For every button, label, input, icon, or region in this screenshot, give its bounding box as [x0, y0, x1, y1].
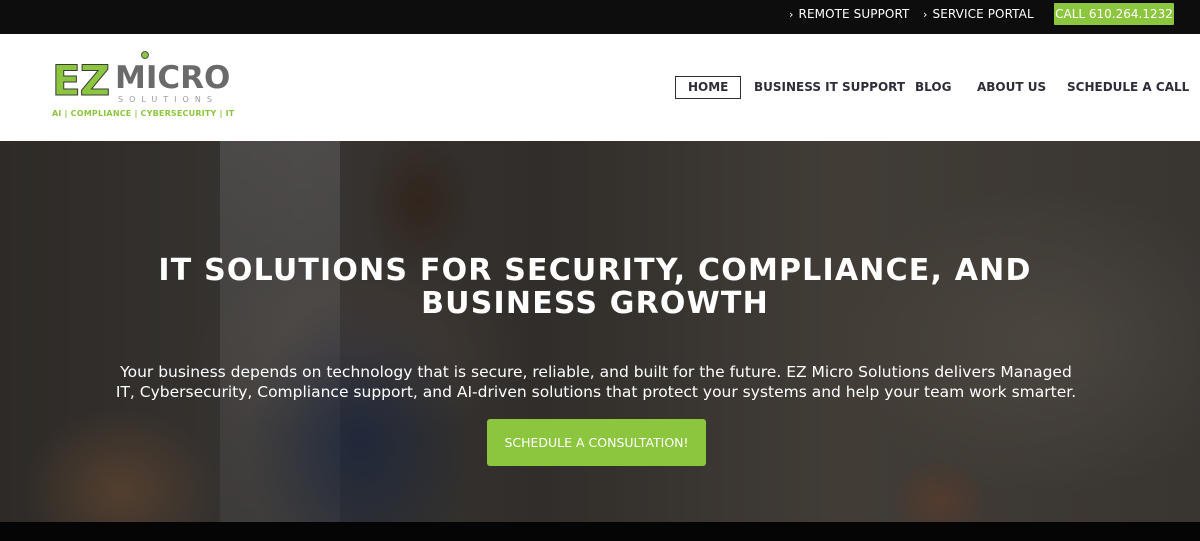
- nav-schedule-a-call[interactable]: SCHEDULE A CALL: [1067, 76, 1189, 100]
- hero-description: Your business depends on technology that…: [115, 363, 1077, 401]
- call-button[interactable]: CALL 610.264.1232: [1054, 3, 1174, 25]
- nav-blog[interactable]: BLOG: [915, 76, 951, 100]
- site-header: EZ MICRO SOLUTIONS AI | COMPLIANCE | CYB…: [0, 34, 1200, 141]
- nav-about-us[interactable]: ABOUT US: [977, 76, 1046, 100]
- nav-home[interactable]: HOME: [675, 76, 742, 99]
- bottom-strip: [0, 522, 1200, 541]
- chevron-right-icon: ›: [923, 8, 928, 21]
- service-portal-link[interactable]: › SERVICE PORTAL: [923, 0, 1034, 28]
- remote-support-link[interactable]: › REMOTE SUPPORT: [789, 0, 909, 28]
- nav-business-it-support[interactable]: BUSINESS IT SUPPORT: [754, 76, 905, 100]
- schedule-consultation-button[interactable]: SCHEDULE A CONSULTATION!: [487, 419, 706, 466]
- top-utility-bar: › REMOTE SUPPORT › SERVICE PORTAL CALL 610…: [0, 0, 1200, 34]
- logo-dot-icon: [141, 51, 149, 59]
- logo-solutions-text: SOLUTIONS: [118, 95, 218, 104]
- remote-support-label: REMOTE SUPPORT: [798, 7, 910, 21]
- logo-tagline: AI | COMPLIANCE | CYBERSECURITY | IT: [52, 109, 235, 118]
- hero-section: IT SOLUTIONS FOR SECURITY, COMPLIANCE, A…: [0, 141, 1200, 522]
- logo-ez-text: EZ: [51, 56, 110, 106]
- company-logo[interactable]: EZ MICRO SOLUTIONS AI | COMPLIANCE | CYB…: [20, 46, 256, 132]
- logo-micro-text: MICRO: [115, 60, 231, 96]
- hero-title: IT SOLUTIONS FOR SECURITY, COMPLIANCE, A…: [158, 253, 1032, 321]
- chevron-right-icon: ›: [789, 8, 794, 21]
- service-portal-label: SERVICE PORTAL: [932, 7, 1034, 21]
